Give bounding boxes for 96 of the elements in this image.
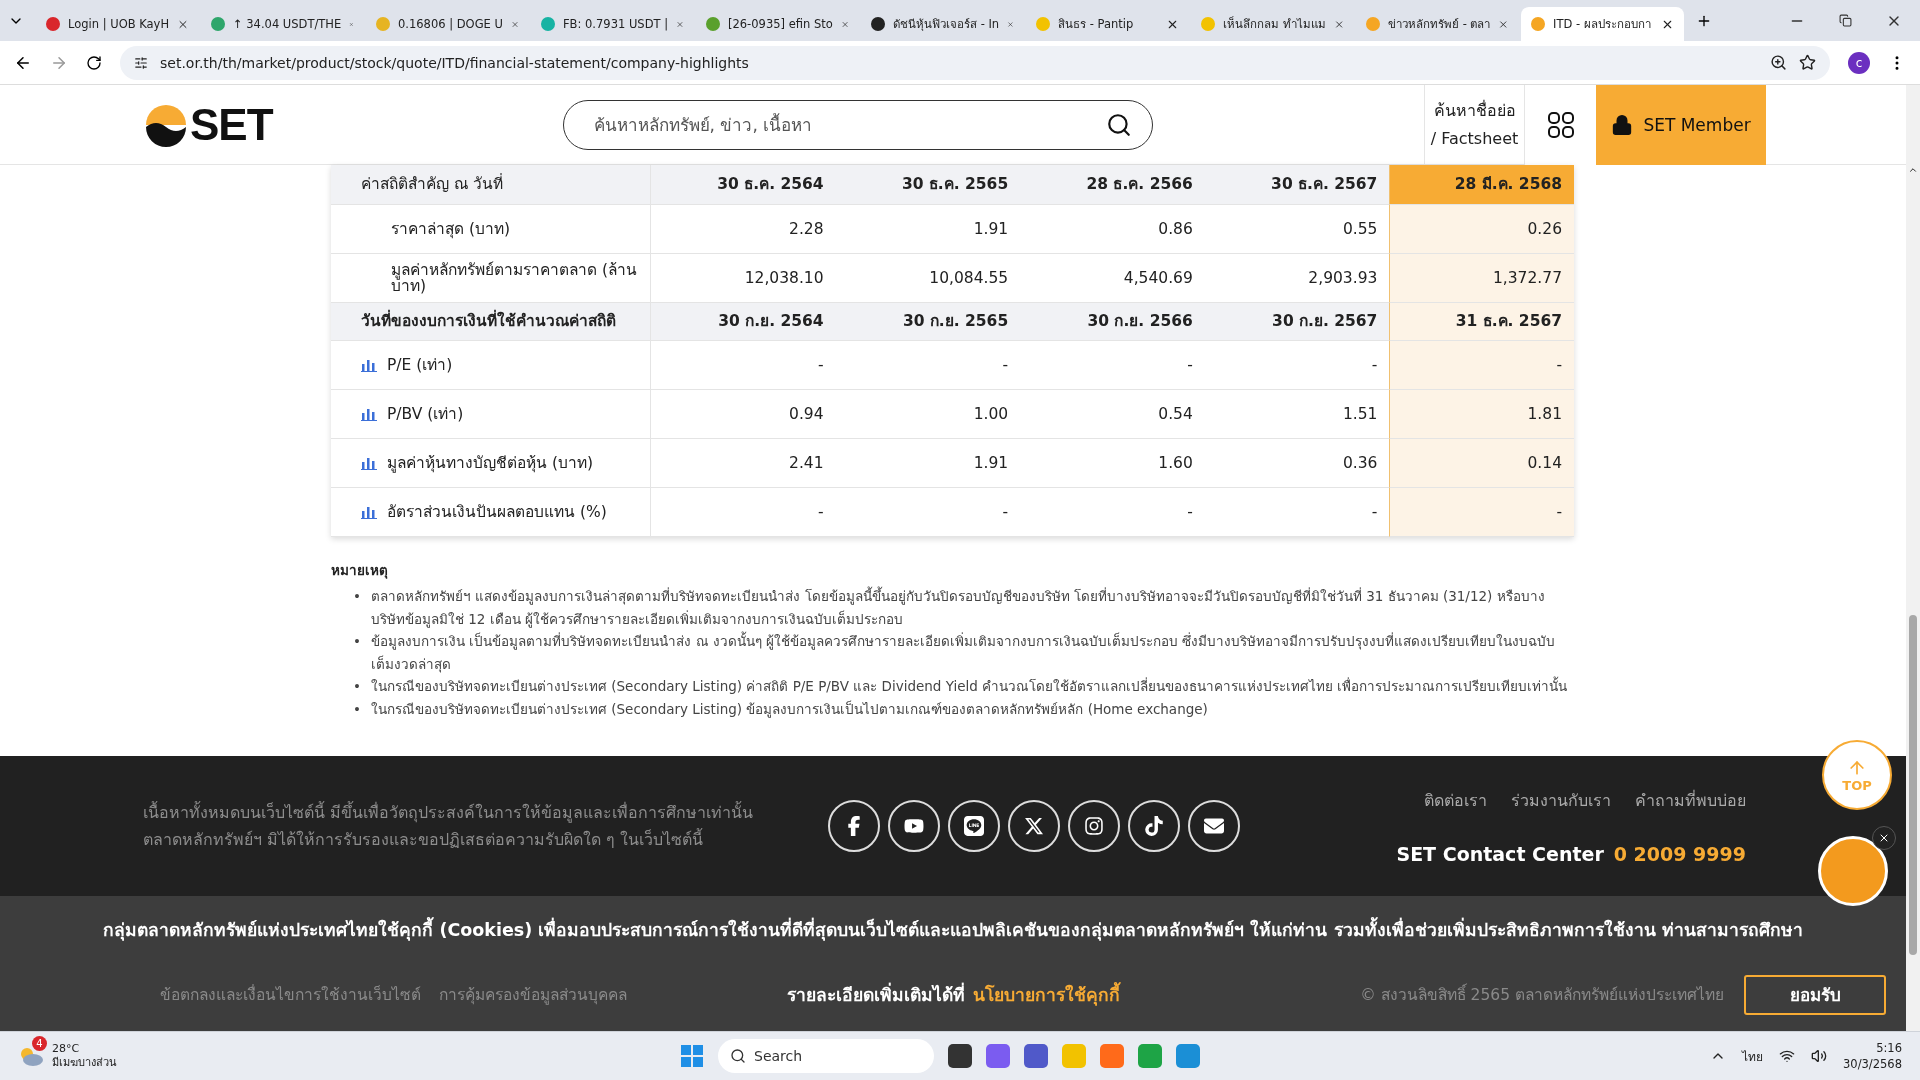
browser-tab[interactable]: Login | UOB KayH <box>36 7 199 41</box>
search-icon[interactable] <box>1105 111 1132 138</box>
table-cell: - <box>1389 488 1574 537</box>
footer-link[interactable]: คำถามที่พบบ่อย <box>1635 787 1746 813</box>
scroll-up-icon[interactable] <box>1908 165 1918 175</box>
table-cell: 30 ก.ย. 2564 <box>651 303 836 341</box>
mail-icon[interactable] <box>1188 800 1240 852</box>
copyright-text: © สงวนลิขสิทธิ์ 2565 ตลาดหลักทรัพย์แห่งประเทศไทย <box>1360 982 1724 1008</box>
cookie-message: กลุ่มตลาดหลักทรัพย์แห่งประเทศไทยใช้คุกกี้ (Cookies) เพื่อมอบประสบการณ์การใช้งานที่ดีที่สุดบนเว็บไซต์และแอปพลิเคชันของกลุ่มตลาดหลักทรัพย์ฯ ให้แก่ท่าน รวมทั้งเพื่อช่วยเพิ่มประสิทธิภาพการใช้งาน ท่านสามารถศึกษา <box>20 916 1886 945</box>
row-label: มูลค่าหลักทรัพย์ตามราคาตลาด (ล้านบาท) <box>331 254 651 303</box>
contact-label: SET Contact Center <box>1396 842 1604 865</box>
table-cell: 0.26 <box>1389 205 1574 254</box>
browser-tab[interactable]: FB: 0.7931 USDT | <box>531 7 694 41</box>
bullet-marker: • <box>353 587 361 606</box>
row-label: อัตราส่วนเงินปันผลตอบแทน (%) <box>331 488 651 537</box>
member-button[interactable]: SET Member <box>1596 84 1766 165</box>
wifi-icon[interactable] <box>1779 1048 1796 1064</box>
bar-chart-icon[interactable] <box>361 456 377 470</box>
tiktok-icon[interactable] <box>1128 800 1180 852</box>
temperature-text: 28°C <box>52 1041 81 1056</box>
x-icon[interactable] <box>1008 800 1060 852</box>
browser-tab[interactable]: สินธร - Pantip <box>1026 7 1189 41</box>
bullet-marker: • <box>353 632 361 651</box>
table-cell: 0.14 <box>1389 439 1574 488</box>
apps-button[interactable] <box>1524 84 1596 165</box>
browser-tab[interactable]: ข่าวหลักทรัพย์ - ตลา <box>1356 7 1519 41</box>
column-header: 28 ธ.ค. 2566 <box>1020 165 1205 205</box>
bullet-marker: • <box>353 699 361 719</box>
search-icon <box>730 1048 746 1064</box>
column-header: 30 ธ.ค. 2565 <box>835 165 1021 205</box>
bookmark-icon[interactable] <box>1799 54 1816 71</box>
note-text: ในกรณีของบริษัทจดทะเบียนต่างประเทศ (Secondary Listing) ข้อมูลงบการเงินเป็นไปตามเกณฑ์ของตลาดหลักทรัพย์หลัก (Home exchange) <box>370 699 1208 720</box>
url-text: set.or.th/th/market/product/stock/quote/ITD/financial-statement/company-highlights <box>160 54 750 71</box>
address-bar[interactable]: set.or.th/th/market/product/stock/quote/ITD/financial-statement/company-highlights <box>120 45 1830 80</box>
bar-chart-icon[interactable] <box>361 505 377 519</box>
row-label: วันที่ของงบการเงินที่ใช้คำนวณค่าสถิติ <box>331 303 651 341</box>
logo-icon[interactable] <box>144 102 188 147</box>
site-settings-icon[interactable] <box>134 55 148 70</box>
bar-chart-icon[interactable] <box>361 407 377 421</box>
reload-icon[interactable] <box>86 54 102 71</box>
footer-link[interactable]: ร่วมงานกับเรา <box>1511 787 1611 813</box>
start-icon[interactable] <box>680 1044 704 1068</box>
notes-title: หมายเหตุ <box>331 561 389 581</box>
column-header: 30 ธ.ค. 2567 <box>1204 165 1390 205</box>
profile-avatar[interactable]: c <box>1848 51 1870 74</box>
weather-cloud-icon[interactable] <box>18 1045 44 1067</box>
footer-link[interactable]: ติดต่อเรา <box>1424 787 1487 813</box>
note-text: ตลาดหลักทรัพย์ฯ แสดงข้อมูลงบการเงินล่าสุดตามที่บริษัทจดทะเบียนนำส่ง โดยข้อมูลนี้ขึ้นอยู่กับวันปิดรอบบัญชีของบริษัท โดยที่บางบริษัทอาจจะมีวันปิดรอบบัญชีที่มิใช่วันที่ 31 ธันวาคม (31/12) หรือบางบริษัทข้อมูลมิใช่ 12 เดือน ผู้ใช้ควรศึกษารายละเอียดเพิ่มเติมจากงบการเงินฉบับเต็มประกอบ <box>370 585 1546 630</box>
cookie-message: รายละเอียดเพิ่มเติมได้ที่ นโยบายการใช้คุกกี้ <box>786 981 1120 1008</box>
bar-chart-icon[interactable] <box>361 358 377 372</box>
browser-tab[interactable]: 0.16806 | DOGE U <box>366 7 529 41</box>
table-cell: 1,372.77 <box>1389 254 1574 303</box>
grid-icon <box>1546 110 1575 139</box>
volume-icon[interactable] <box>1811 1048 1828 1064</box>
note-text: ในกรณีของบริษัทจดทะเบียนต่างประเทศ (Secondary Listing) ค่าสถิติ P/E P/BV และ Dividend Yield คำนวณโดยใช้อัตราแลกเปลี่ยนของธนาคารแห่งประเทศไทย เพื่อการประมาณการเปรียบเทียบเท่านั้น <box>370 675 1568 696</box>
scrollbar-thumb[interactable] <box>1909 615 1917 955</box>
close-icon[interactable] <box>1872 826 1896 850</box>
row-label: P/BV (เท่า) <box>331 390 651 439</box>
taskbar-app-icon[interactable] <box>1024 1044 1048 1068</box>
taskbar-app-icon[interactable] <box>948 1044 972 1068</box>
browser-tab[interactable]: ↑ 34.04 USDT/THE <box>201 7 364 41</box>
accept-button[interactable]: ยอมรับ <box>1744 974 1886 1015</box>
restore-icon[interactable] <box>1839 14 1852 27</box>
lock-icon <box>1611 113 1634 136</box>
browser-tab[interactable]: ITD - ผลประกอบกา <box>1521 7 1684 41</box>
logo-text[interactable]: SET <box>190 99 273 150</box>
table-cell: 31 ธ.ค. 2567 <box>1389 303 1574 341</box>
facebook-icon[interactable] <box>828 800 880 852</box>
note-text: ข้อมูลงบการเงิน เป็นข้อมูลตามที่บริษัทจดทะเบียนนำส่ง ณ งวดนั้นๆ ผู้ใช้ข้อมูลควรศึกษารายละเอียดเพิ่มเติมจากงบการเงินฉบับเต็มประกอบ ซึ่งมีบางบริษัทอาจมีการปรับปรุงงบที่แสดงเปรียบเทียบในงบฉบับเต็มงวดล่าสุด <box>370 630 1557 675</box>
column-header: ค่าสถิติสำคัญ ณ วันที่ <box>331 165 651 205</box>
table-cell: 30 ก.ย. 2567 <box>1204 303 1390 341</box>
disclaimer-text: เนื้อหาทั้งหมดบนเว็บไซต์นี้ มีขึ้นเพื่อวัตถุประสงค์ในการให้ข้อมูลและเพื่อการศึกษาเท่านั้น ตลาดหลักทรัพย์ฯ มิได้ให้การรับรองและขอปฏิเสธต่อความรับผิดใด ๆ ในเว็บไซต์นี้ <box>143 800 755 851</box>
notification-badge: 4 <box>32 1035 47 1051</box>
cookie-policy-link[interactable]: นโยบายการใช้คุกกี้ <box>972 984 1120 1005</box>
table-cell: 30 ก.ย. 2565 <box>835 303 1021 341</box>
taskbar-search[interactable]: Search <box>718 1039 934 1073</box>
browser-tab[interactable]: [26-0935] efin Sto <box>696 7 859 41</box>
browser-tab[interactable]: เห็นลึกกลม ทำไมแม <box>1191 7 1354 41</box>
row-label: P/E (เท่า) <box>331 341 651 390</box>
language-indicator[interactable]: ไทย <box>1742 1046 1764 1066</box>
zoom-icon[interactable] <box>1770 54 1787 71</box>
column-header: 28 มี.ค. 2568 <box>1389 165 1574 205</box>
youtube-icon[interactable] <box>888 800 940 852</box>
row-label: มูลค่าหุ้นทางบัญชีต่อหุ้น (บาท) <box>331 439 651 488</box>
bullet-marker: • <box>353 677 361 696</box>
column-header: 30 ธ.ค. 2564 <box>651 165 836 205</box>
instagram-icon[interactable] <box>1068 800 1120 852</box>
phone-link[interactable]: 0 2009 9999 <box>1613 842 1746 865</box>
table-cell: - <box>1389 341 1574 390</box>
browser-tab[interactable]: ดัชนีหุ้นฟิวเจอร์ส - In <box>861 7 1024 41</box>
table-cell: 1.81 <box>1389 390 1574 439</box>
row-label: ราคาล่าสุด (บาท) <box>331 205 651 254</box>
clock-date[interactable]: 30/3/2568 <box>1843 1056 1902 1073</box>
clock-time[interactable]: 5:16 <box>1876 1039 1902 1056</box>
table-cell: 30 ก.ย. 2566 <box>1020 303 1205 341</box>
weather-text: มีเมฆบางส่วน <box>52 1056 117 1071</box>
